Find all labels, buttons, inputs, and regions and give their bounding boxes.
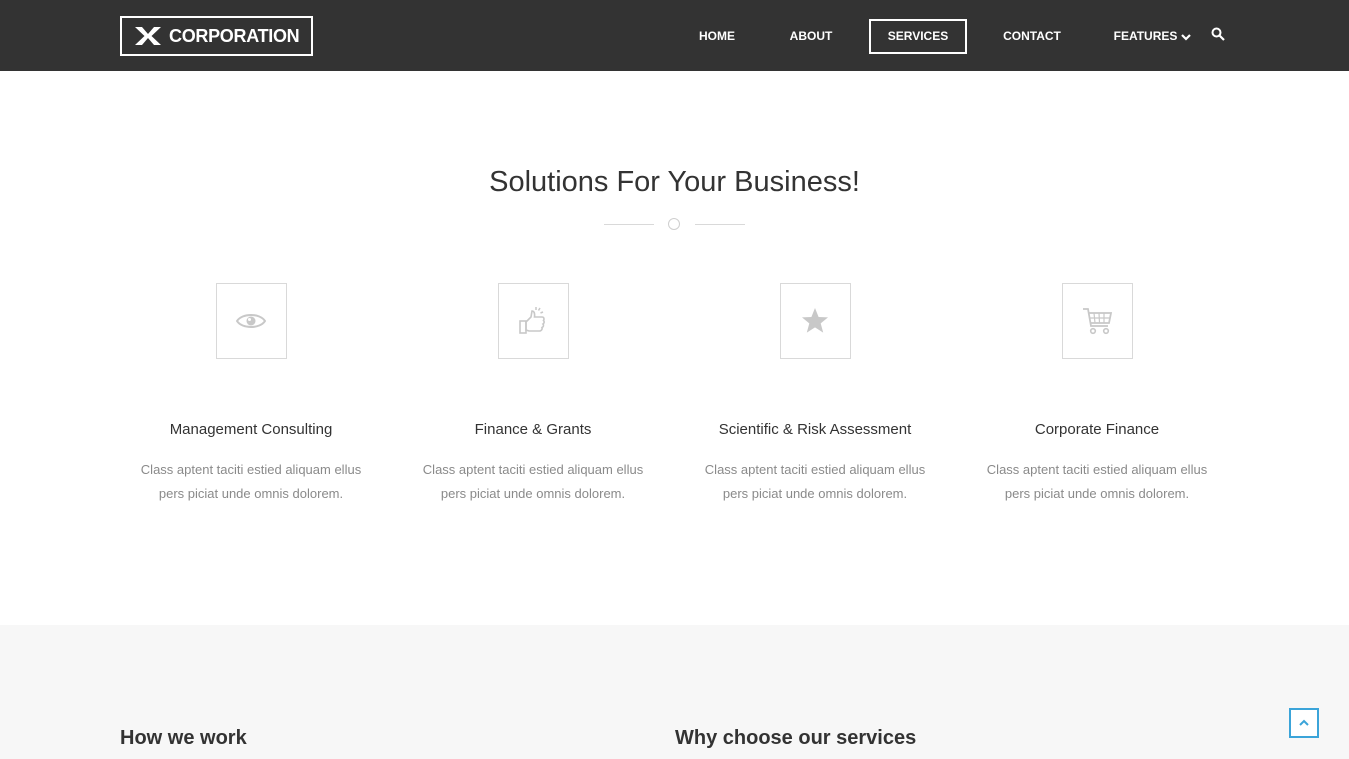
how-we-work-title: How we work	[120, 727, 247, 749]
chevron-down-icon	[1181, 33, 1192, 41]
service-icon-box[interactable]	[1061, 283, 1133, 359]
section-title: Solutions For Your Business!	[489, 166, 860, 198]
thumbs-up-icon	[519, 307, 545, 334]
service-corporate-finance: Corporate Finance Class aptent taciti es…	[956, 283, 1238, 506]
nav-features[interactable]: FEATURES	[1108, 19, 1198, 54]
divider-circle-icon	[668, 218, 680, 230]
service-management-consulting: Management Consulting Class aptent tacit…	[110, 283, 392, 506]
service-title: Scientific & Risk Assessment	[718, 421, 912, 438]
nav-services[interactable]: SERVICES	[869, 19, 967, 54]
search-button[interactable]	[1211, 27, 1229, 45]
service-scientific-risk-assessment: Scientific & Risk Assessment Class apten…	[674, 283, 956, 506]
logo-text: CORPORATION	[169, 25, 300, 46]
service-title: Corporate Finance	[1034, 421, 1160, 438]
service-description: Class aptent taciti estied aliquam ellus…	[140, 462, 362, 501]
service-finance-grants: Finance & Grants Class aptent taciti est…	[392, 283, 674, 506]
nav-features-label: FEATURES	[1113, 29, 1178, 43]
eye-icon	[236, 314, 266, 328]
x-logo-icon	[135, 27, 161, 45]
service-icon-box[interactable]	[215, 283, 287, 359]
shopping-cart-icon	[1083, 308, 1113, 335]
service-description: Class aptent taciti estied aliquam ellus…	[422, 462, 644, 501]
nav-home[interactable]: HOME	[686, 19, 748, 54]
service-title: Management Consulting	[169, 421, 333, 438]
search-icon	[1211, 27, 1225, 41]
top-navbar: CORPORATION HOME ABOUT SERVICES CONTACT …	[0, 0, 1349, 71]
title-divider	[604, 217, 745, 231]
why-choose-title: Why choose our services	[675, 727, 917, 749]
service-icon-box[interactable]	[497, 283, 569, 359]
service-description: Class aptent taciti estied aliquam ellus…	[986, 462, 1208, 501]
service-description: Class aptent taciti estied aliquam ellus…	[704, 462, 926, 501]
chevron-up-icon	[1299, 719, 1309, 726]
service-title: Finance & Grants	[474, 421, 592, 438]
star-icon	[802, 308, 828, 333]
nav-about[interactable]: ABOUT	[780, 19, 842, 54]
service-icon-box[interactable]	[779, 283, 851, 359]
back-to-top-button[interactable]	[1289, 708, 1319, 738]
logo[interactable]: CORPORATION	[120, 16, 313, 56]
nav-contact[interactable]: CONTACT	[992, 19, 1072, 54]
